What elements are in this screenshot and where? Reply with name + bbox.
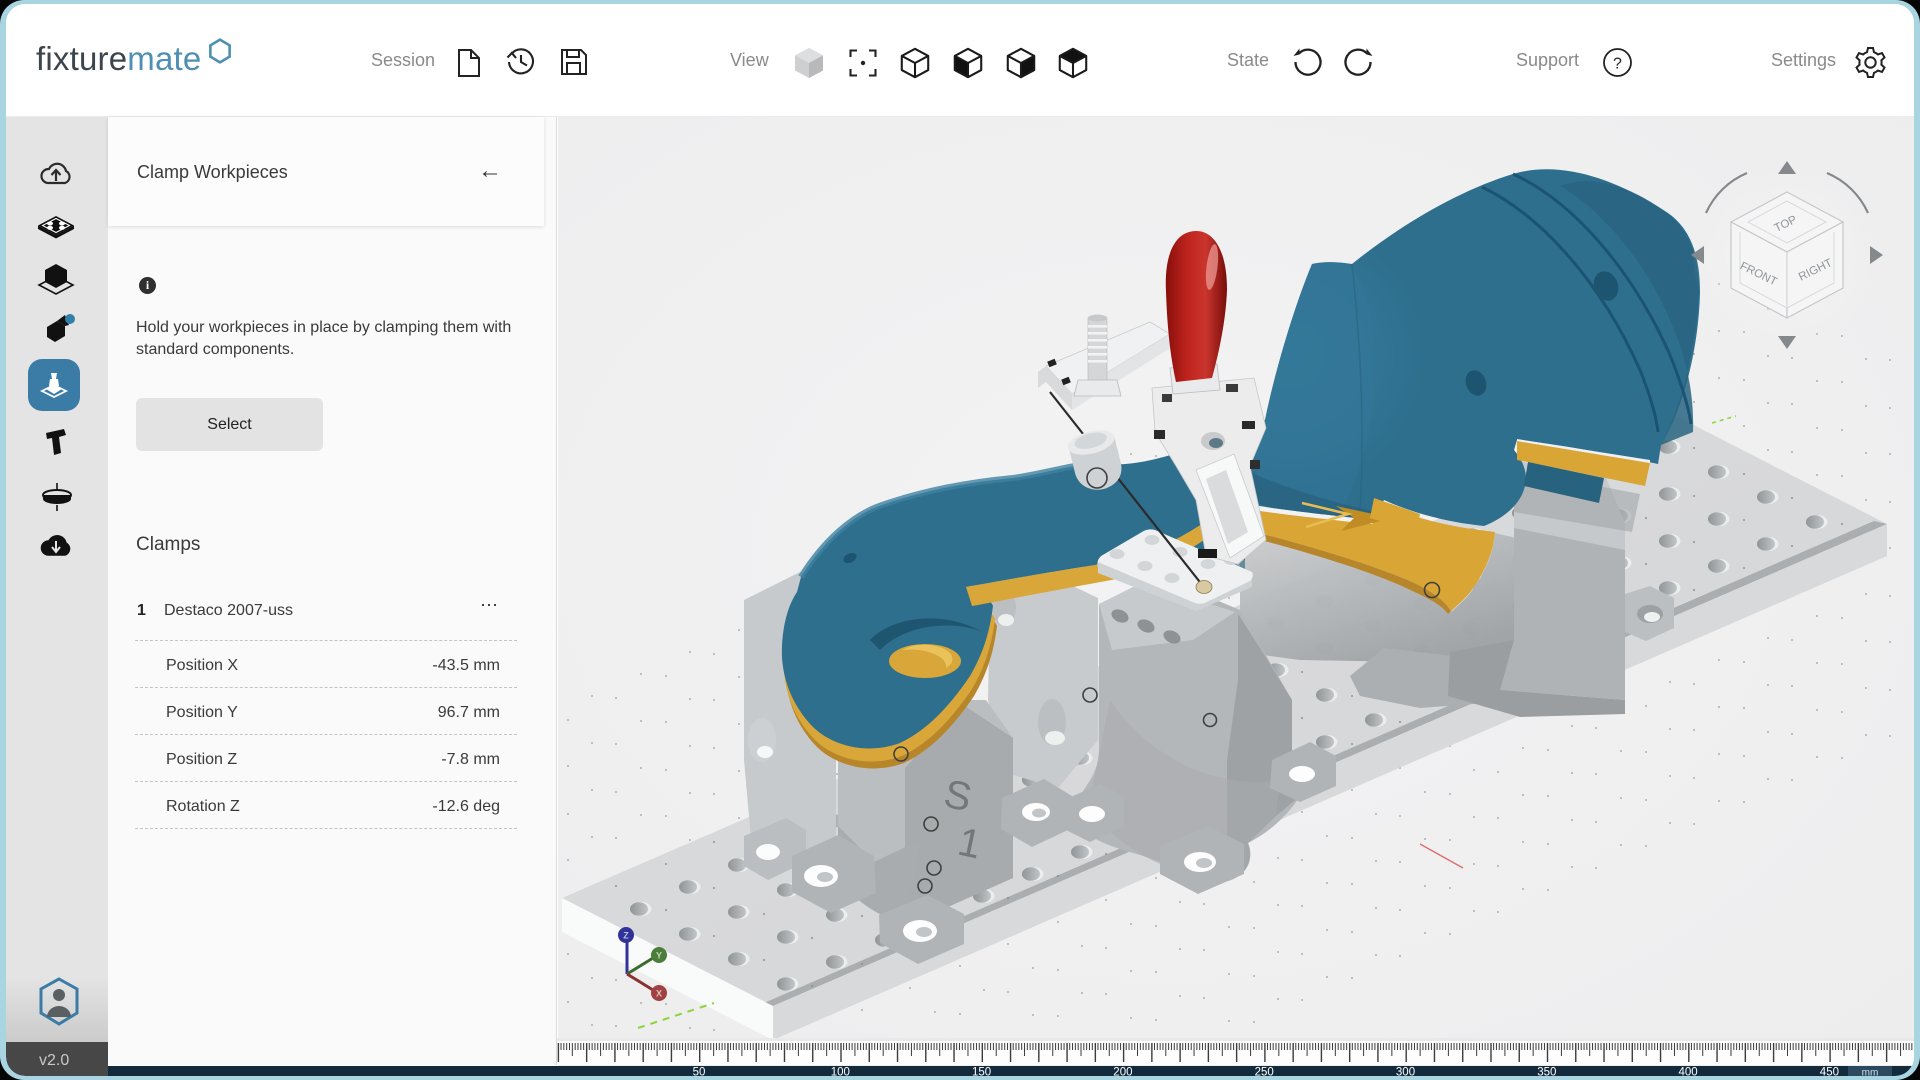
svg-text:100: 100 — [831, 1067, 850, 1077]
svg-text:350: 350 — [1537, 1067, 1556, 1077]
svg-text:450: 450 — [1820, 1067, 1839, 1077]
svg-text:150: 150 — [972, 1067, 991, 1077]
svg-text:200: 200 — [1113, 1067, 1132, 1077]
svg-text:mm: mm — [1862, 1068, 1879, 1077]
svg-text:?: ? — [1613, 56, 1622, 73]
svg-text:400: 400 — [1679, 1067, 1698, 1077]
svg-text:300: 300 — [1396, 1067, 1415, 1077]
svg-text:50: 50 — [693, 1067, 706, 1077]
svg-text:250: 250 — [1255, 1067, 1274, 1077]
